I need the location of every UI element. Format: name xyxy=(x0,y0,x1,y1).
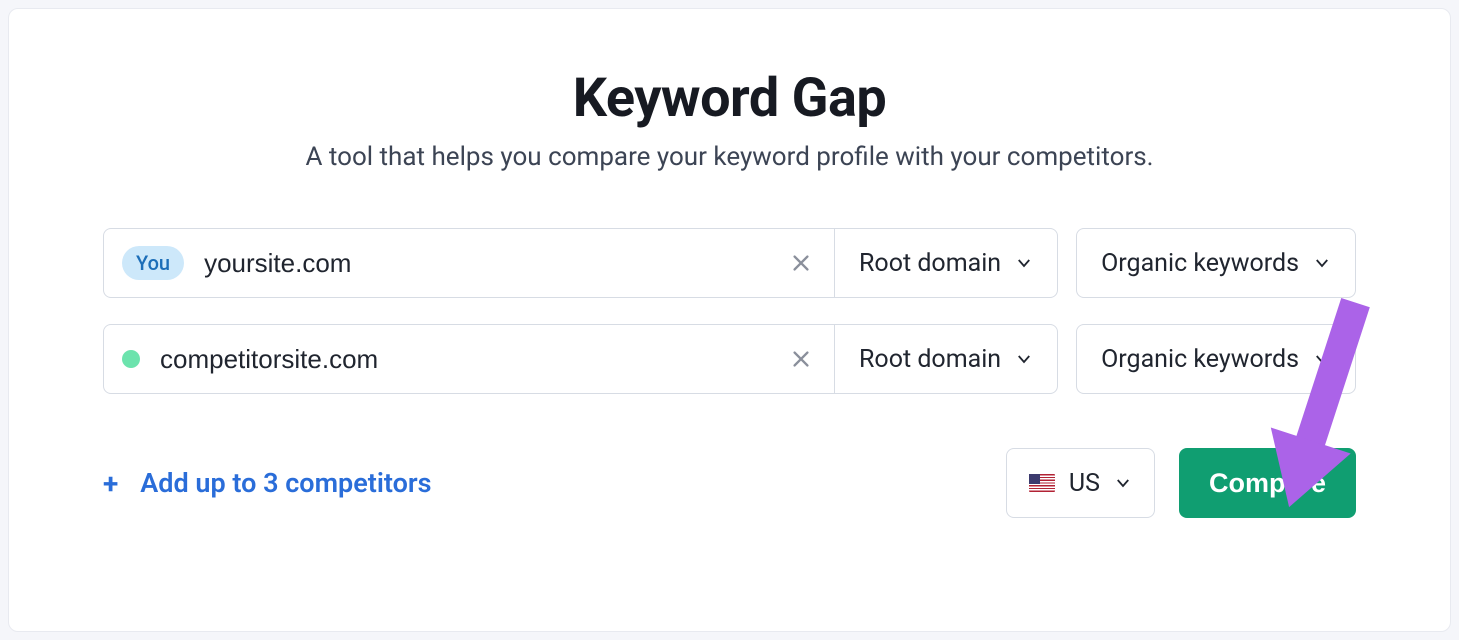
page-title: Keyword Gap xyxy=(103,67,1356,130)
chevron-down-icon xyxy=(1015,350,1033,368)
chevron-down-icon xyxy=(1313,254,1331,272)
clear-input-button[interactable] xyxy=(786,344,816,374)
competitor-dot-icon xyxy=(122,350,140,368)
add-competitors-link[interactable]: + Add up to 3 competitors xyxy=(103,467,431,500)
close-icon xyxy=(790,348,812,370)
scope-select[interactable]: Root domain xyxy=(834,229,1057,297)
chevron-down-icon xyxy=(1313,350,1331,368)
page-subtitle: A tool that helps you compare your keywo… xyxy=(103,142,1356,172)
keyword-type-select[interactable]: Organic keywords xyxy=(1076,324,1356,394)
chevron-down-icon xyxy=(1114,474,1132,492)
scope-label: Root domain xyxy=(859,345,1001,374)
country-select[interactable]: US xyxy=(1006,448,1155,518)
close-icon xyxy=(790,252,812,274)
keyword-gap-card: Keyword Gap A tool that helps you compar… xyxy=(8,8,1451,632)
chevron-down-icon xyxy=(1015,254,1033,272)
competitor-domain-input[interactable] xyxy=(158,343,768,376)
us-flag-icon xyxy=(1029,474,1055,492)
right-actions: US Compare xyxy=(1006,448,1356,518)
domain-input-group: You Root domain xyxy=(103,228,1058,298)
domain-input-wrap: You xyxy=(104,229,834,297)
keyword-type-label: Organic keywords xyxy=(1101,249,1299,278)
bottom-actions: + Add up to 3 competitors US Compare xyxy=(103,448,1356,518)
compare-button[interactable]: Compare xyxy=(1179,448,1356,518)
domain-row: Root domain Organic keywords xyxy=(103,324,1356,394)
plus-icon: + xyxy=(103,467,118,500)
scope-label: Root domain xyxy=(859,249,1001,278)
domain-input-group: Root domain xyxy=(103,324,1058,394)
domain-row: You Root domain Organic keywords xyxy=(103,228,1356,298)
you-badge: You xyxy=(122,246,184,280)
keyword-type-select[interactable]: Organic keywords xyxy=(1076,228,1356,298)
domain-input-wrap xyxy=(104,325,834,393)
your-domain-input[interactable] xyxy=(202,247,768,280)
clear-input-button[interactable] xyxy=(786,248,816,278)
scope-select[interactable]: Root domain xyxy=(834,325,1057,393)
country-code-label: US xyxy=(1069,469,1100,498)
keyword-type-label: Organic keywords xyxy=(1101,345,1299,374)
add-competitors-label: Add up to 3 competitors xyxy=(140,467,431,499)
